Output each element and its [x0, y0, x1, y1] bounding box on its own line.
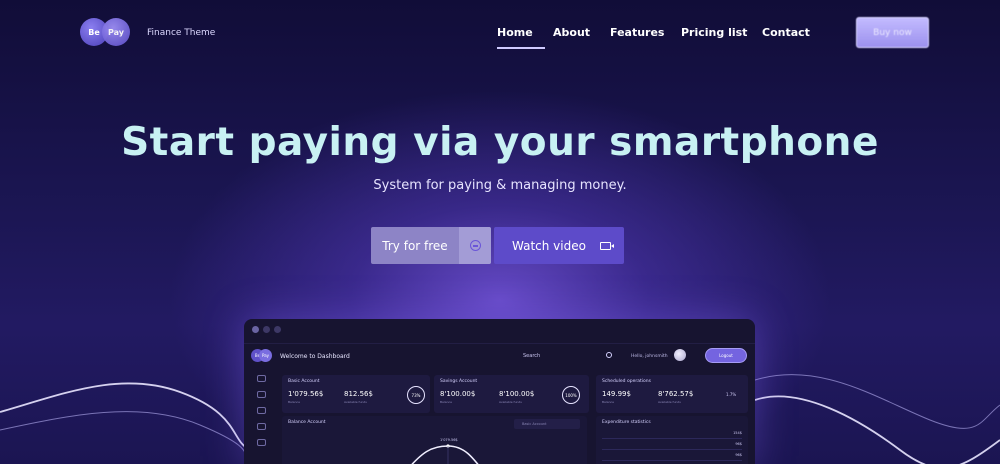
site-header: Be Pay Finance Theme Home About Features…: [0, 0, 1000, 66]
savings-account-card: Savings Account 8'100.00$ 8'100.00$ Bala…: [434, 375, 589, 413]
window-dots: [252, 326, 281, 333]
progress-ring: 73%: [407, 386, 425, 404]
nav-home[interactable]: Home: [497, 26, 545, 49]
bepay-logo[interactable]: Be Pay: [80, 18, 130, 46]
dashboard-welcome: Welcome to Dashboard: [280, 353, 350, 360]
scheduled-operations-card: Scheduled operations 149.99$ 8'762.57$ B…: [596, 375, 748, 413]
try-icon-box: [459, 227, 491, 264]
watch-video-label: Watch video: [512, 238, 586, 253]
hero-subtitle: System for paying & managing money.: [373, 178, 627, 193]
progress-ring: 100%: [562, 386, 580, 404]
account-select: Basic Account: [514, 419, 580, 429]
video-camera-icon: [600, 241, 614, 250]
nav-about[interactable]: About: [545, 26, 604, 48]
expenditure-panel: Expenditure statistics 154$ 96$ 96$: [596, 416, 748, 464]
hero-title: Start paying via your smartphone: [121, 120, 879, 165]
nav-contact[interactable]: Contact: [758, 26, 818, 48]
main-nav: Home About Features Pricing list Contact: [497, 26, 818, 49]
buy-now-button[interactable]: Buy now: [856, 17, 929, 48]
basic-account-card: Basic Account 1'079.56$ 812.56$ Balance …: [282, 375, 430, 413]
dashboard-logout-button: Logout: [705, 348, 747, 363]
try-for-free-label: Try for free: [382, 238, 448, 253]
watch-video-button[interactable]: Watch video: [494, 227, 624, 264]
cards-icon: [256, 391, 266, 398]
dashboard-search-label: Search: [523, 353, 541, 359]
search-icon: [606, 352, 612, 358]
avatar: [674, 349, 686, 361]
clock-icon: [256, 439, 266, 446]
dashboard-sidebar: [252, 375, 270, 446]
nav-pricing-list[interactable]: Pricing list: [677, 26, 758, 48]
dashboard-preview: Be Pay Welcome to Dashboard Search Hello,…: [244, 319, 755, 464]
dashboard-greeting: Hello, johnsmith: [631, 354, 668, 359]
try-for-free-button[interactable]: Try for free: [371, 227, 491, 264]
arrow-circle-icon: [469, 240, 481, 251]
dashboard-logo: Be Pay: [251, 349, 272, 363]
nav-features[interactable]: Features: [604, 26, 677, 48]
brand-tagline: Finance Theme: [147, 28, 216, 38]
dashboard-icon: [256, 375, 266, 382]
calendar-icon: [256, 423, 266, 430]
wallet-icon: [256, 407, 266, 414]
logo-right-circle: Pay: [102, 18, 130, 46]
